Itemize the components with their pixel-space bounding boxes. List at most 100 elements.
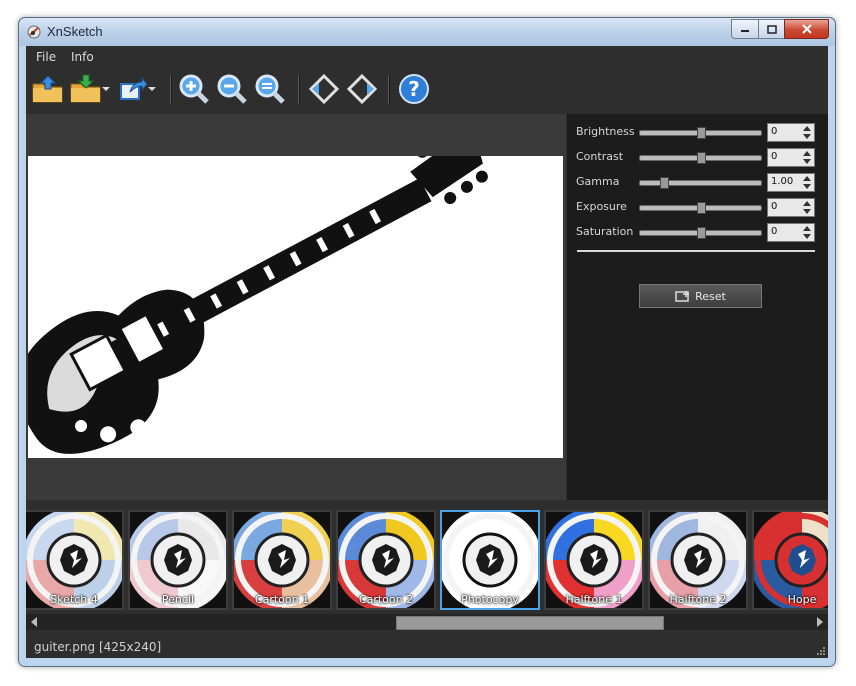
- adjust-label: Gamma: [576, 175, 620, 188]
- zoom-fit-button[interactable]: [254, 72, 286, 106]
- gamma-slider[interactable]: [639, 180, 762, 186]
- zoom-in-icon: [179, 74, 209, 104]
- adjustment-panel: Brightness 0 Contrast 0 Gamma 1.00 Expos…: [567, 114, 828, 500]
- scroll-right-icon[interactable]: [814, 616, 826, 628]
- spin-value: 0: [771, 126, 778, 137]
- rotate-left-button[interactable]: [308, 72, 340, 106]
- spin-down-icon[interactable]: [801, 208, 813, 215]
- filter-label: Halftone 1: [565, 593, 623, 606]
- open-folder-icon: [32, 75, 63, 103]
- zoom-fit-icon: [255, 74, 285, 104]
- reset-button[interactable]: Reset: [639, 284, 762, 308]
- filter-label: Cartoon 1: [254, 593, 310, 606]
- adjust-label: Brightness: [576, 125, 635, 138]
- export-button[interactable]: [118, 72, 156, 106]
- horizontal-scrollbar[interactable]: [26, 614, 828, 630]
- adjust-label: Saturation: [576, 225, 634, 238]
- adjust-exposure: Exposure 0: [567, 196, 828, 218]
- filter-thumbnail[interactable]: Pencil: [128, 510, 228, 610]
- title-bar[interactable]: XnSketch: [19, 18, 835, 46]
- adjust-label: Contrast: [576, 150, 624, 163]
- filter-thumbnail[interactable]: Sketch 4: [26, 510, 124, 610]
- open-button[interactable]: [32, 72, 64, 106]
- close-icon: [801, 24, 812, 34]
- scroll-left-icon[interactable]: [28, 616, 40, 628]
- minimize-button[interactable]: [731, 19, 759, 39]
- export-icon: [120, 76, 148, 100]
- rotate-right-button[interactable]: [346, 72, 378, 106]
- save-button[interactable]: [70, 72, 110, 106]
- slider-thumb[interactable]: [697, 127, 706, 139]
- contrast-spinbox[interactable]: 0: [767, 148, 815, 167]
- status-bar: guiter.png [425x240]: [26, 636, 828, 658]
- menu-file[interactable]: File: [36, 50, 56, 64]
- filter-label: Hope: [787, 593, 817, 606]
- minimize-icon: [741, 30, 749, 32]
- close-button[interactable]: [784, 19, 829, 39]
- spin-value: 0: [771, 151, 778, 162]
- rotate-left-icon: [308, 73, 340, 105]
- filter-label: Sketch 4: [50, 593, 98, 606]
- spin-down-icon[interactable]: [801, 158, 813, 165]
- filter-label: Halftone 2: [669, 593, 727, 606]
- saturation-spinbox[interactable]: 0: [767, 223, 815, 242]
- scrollbar-thumb[interactable]: [396, 616, 664, 630]
- gamma-spinbox[interactable]: 1.00: [767, 173, 815, 192]
- dropdown-arrow-icon: [102, 87, 110, 91]
- filter-label: Cartoon 2: [358, 593, 414, 606]
- status-text: guiter.png [425x240]: [34, 640, 162, 654]
- adjust-label: Exposure: [576, 200, 627, 213]
- filter-thumbnail[interactable]: Halftone 2: [648, 510, 748, 610]
- help-icon: ?: [399, 74, 429, 104]
- slider-thumb[interactable]: [697, 152, 706, 164]
- spin-down-icon[interactable]: [801, 233, 813, 240]
- filter-thumbnail[interactable]: Cartoon 1: [232, 510, 332, 610]
- brightness-spinbox[interactable]: 0: [767, 123, 815, 142]
- filter-label: Photocopy: [461, 593, 519, 606]
- filter-strip: Sketch 4 Pencil Cartoon 1 Cartoon 2 Photocop…: [26, 504, 828, 632]
- menu-info[interactable]: Info: [71, 50, 94, 64]
- slider-thumb[interactable]: [660, 177, 669, 189]
- reset-label: Reset: [695, 289, 726, 303]
- filter-thumbnail[interactable]: Hope: [752, 510, 828, 610]
- filter-thumbnail[interactable]: Photocopy: [440, 510, 540, 610]
- zoom-in-button[interactable]: [178, 72, 210, 106]
- toolbar-separator: [388, 76, 390, 104]
- adjust-gamma: Gamma 1.00: [567, 171, 828, 193]
- zoom-out-button[interactable]: [216, 72, 248, 106]
- filter-thumbnails: Sketch 4 Pencil Cartoon 1 Cartoon 2 Photocop…: [26, 510, 828, 610]
- filter-thumbnail[interactable]: Halftone 1: [544, 510, 644, 610]
- spin-value: 0: [771, 201, 778, 212]
- spin-value: 1.00: [771, 176, 794, 187]
- spin-up-icon[interactable]: [801, 175, 813, 182]
- toolbar: ?: [26, 68, 828, 112]
- adjust-contrast: Contrast 0: [567, 146, 828, 168]
- panel-divider: [577, 250, 815, 252]
- help-button[interactable]: ?: [398, 72, 430, 106]
- spin-up-icon[interactable]: [801, 125, 813, 132]
- maximize-button[interactable]: [758, 19, 785, 39]
- toolbar-separator: [298, 76, 300, 104]
- slider-thumb[interactable]: [697, 227, 706, 239]
- slider-thumb[interactable]: [697, 202, 706, 214]
- dropdown-arrow-icon: [148, 87, 156, 91]
- adjust-brightness: Brightness 0: [567, 121, 828, 143]
- filter-thumbnail[interactable]: Cartoon 2: [336, 510, 436, 610]
- exposure-spinbox[interactable]: 0: [767, 198, 815, 217]
- reset-icon: [675, 291, 690, 302]
- maximize-icon: [766, 24, 777, 34]
- spin-up-icon[interactable]: [801, 150, 813, 157]
- menu-bar: File Info: [26, 46, 828, 68]
- spin-down-icon[interactable]: [801, 133, 813, 140]
- rotate-right-icon: [346, 73, 378, 105]
- image-viewer[interactable]: [26, 114, 566, 500]
- window-title: XnSketch: [47, 24, 103, 39]
- spin-down-icon[interactable]: [801, 183, 813, 190]
- spin-up-icon[interactable]: [801, 200, 813, 207]
- app-window: XnSketch File Info ? Brightness 0 Contra…: [18, 17, 836, 667]
- guitar-image: [28, 156, 488, 454]
- resize-grip-icon[interactable]: [815, 645, 825, 655]
- spin-up-icon[interactable]: [801, 225, 813, 232]
- zoom-out-icon: [217, 74, 247, 104]
- filter-label: Pencil: [161, 593, 195, 606]
